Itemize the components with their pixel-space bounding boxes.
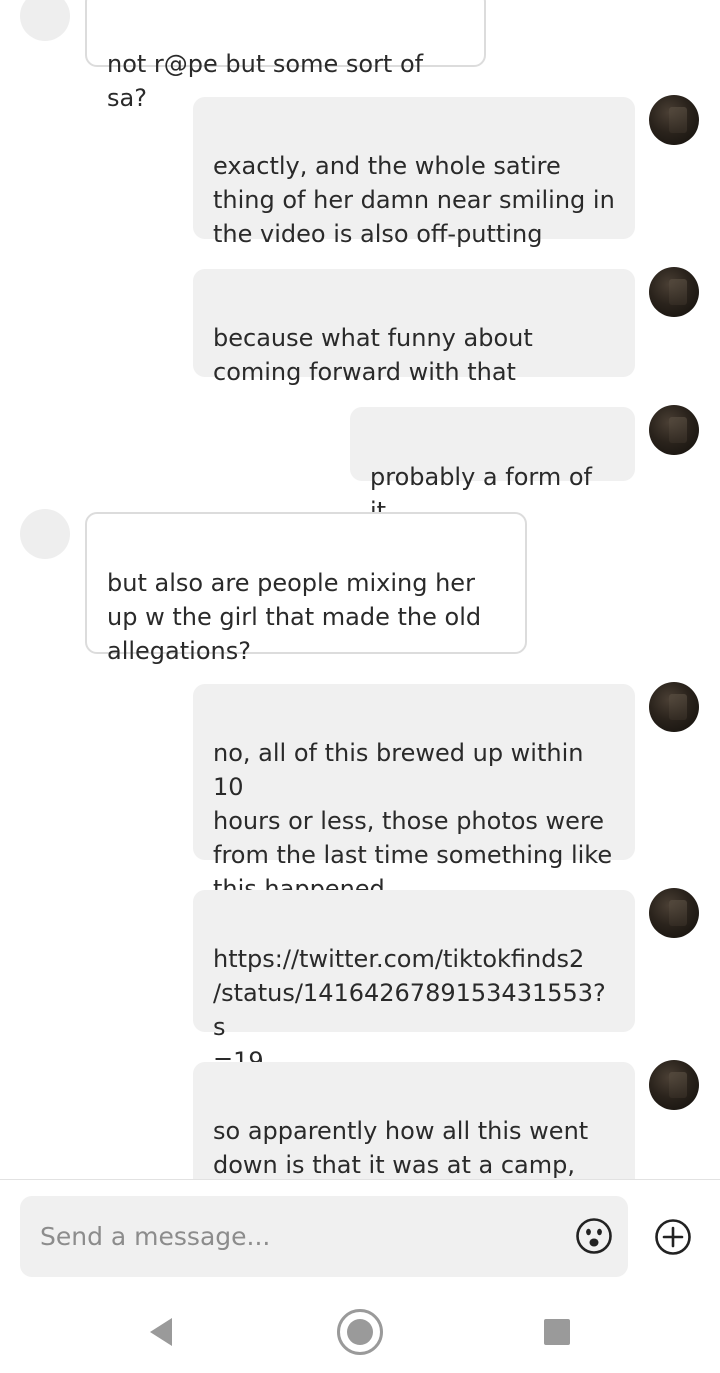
message-text: but also are people mixing her up w the …	[107, 569, 482, 665]
message-text: no, all of this brewed up within 10 hour…	[213, 739, 613, 903]
message-thread[interactable]: not r@pe but some sort of sa? exactly, a…	[0, 0, 720, 1180]
my-avatar[interactable]	[649, 1060, 699, 1110]
emoji-face-icon[interactable]	[575, 1217, 613, 1255]
plus-circle-icon[interactable]	[654, 1218, 692, 1256]
message-bubble[interactable]: but also are people mixing her up w the …	[85, 512, 527, 665]
contact-avatar[interactable]	[20, 509, 70, 559]
nav-back-icon[interactable]	[146, 1315, 176, 1349]
my-avatar[interactable]	[649, 267, 699, 317]
contact-avatar[interactable]	[20, 0, 70, 41]
message-composer[interactable]	[20, 1196, 628, 1277]
message-text: so apparently how all this went down is …	[213, 1117, 589, 1179]
message-bubble[interactable]: exactly, and the whole satire thing of h…	[193, 97, 635, 248]
nav-home-icon[interactable]	[336, 1308, 384, 1356]
composer-divider	[0, 1179, 720, 1180]
message-bubble[interactable]: https://twitter.com/tiktokfinds2 /status…	[193, 890, 635, 1075]
message-link[interactable]: https://twitter.com/tiktokfinds2 /status…	[213, 945, 606, 1075]
message-input[interactable]	[40, 1196, 560, 1277]
system-navigation-bar	[0, 1290, 720, 1373]
message-bubble[interactable]: probably a form of it	[350, 407, 635, 525]
message-bubble[interactable]: so apparently how all this went down is …	[193, 1062, 635, 1180]
nav-recent-apps-icon[interactable]	[543, 1318, 571, 1346]
message-bubble[interactable]: not r@pe but some sort of sa?	[85, 0, 486, 112]
message-bubble[interactable]: because what funny about coming forward …	[193, 269, 635, 386]
my-avatar[interactable]	[649, 95, 699, 145]
message-text: because what funny about coming forward …	[213, 324, 533, 386]
message-text: exactly, and the whole satire thing of h…	[213, 152, 615, 248]
my-avatar[interactable]	[649, 888, 699, 938]
my-avatar[interactable]	[649, 405, 699, 455]
message-bubble[interactable]: no, all of this brewed up within 10 hour…	[193, 684, 635, 903]
my-avatar[interactable]	[649, 682, 699, 732]
